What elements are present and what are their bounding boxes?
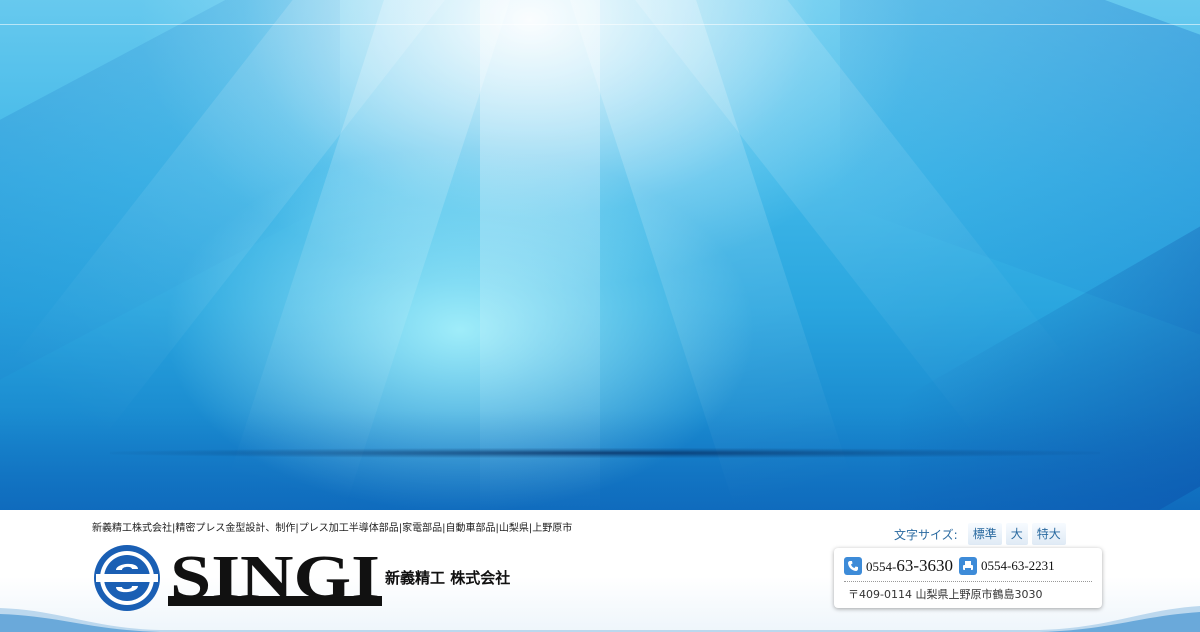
company-name: 新義精工 株式会社: [385, 569, 511, 587]
hero-shadow-line: [110, 448, 1100, 458]
logo-wordmark: SINGI: [168, 544, 382, 610]
logo-emblem-icon: [94, 545, 160, 611]
font-size-switcher: 文字サイズ: 標準 大 特大: [894, 522, 1066, 546]
fax-number: 0554-63-2231: [981, 558, 1055, 573]
phone-icon: [844, 557, 862, 575]
tel-number[interactable]: 0554-63-3630: [866, 556, 953, 576]
fax-icon: [959, 557, 978, 575]
site-tagline: 新義精工株式会社|精密プレス金型設計、制作|プレス加工半導体部品|家電部品|自動…: [92, 523, 573, 534]
font-size-standard-button[interactable]: 標準: [967, 523, 1002, 545]
contact-box: 0554-63-3630 0554-63-2231 〒409-0114 山梨県上…: [834, 548, 1102, 608]
hero-floor: [0, 410, 1200, 510]
hero-banner: [0, 0, 1200, 510]
font-size-xlarge-button[interactable]: 特大: [1031, 523, 1066, 545]
font-size-large-button[interactable]: 大: [1005, 523, 1028, 545]
contact-divider: [844, 581, 1092, 582]
font-size-label: 文字サイズ:: [894, 527, 958, 542]
logo-text: SINGI: [170, 544, 380, 610]
site-header: 新義精工株式会社|精密プレス金型設計、制作|プレス加工半導体部品|家電部品|自動…: [0, 510, 1200, 632]
hero-top-line: [0, 24, 1200, 25]
company-address: 〒409-0114 山梨県上野原市鶴島3030: [848, 588, 1043, 601]
